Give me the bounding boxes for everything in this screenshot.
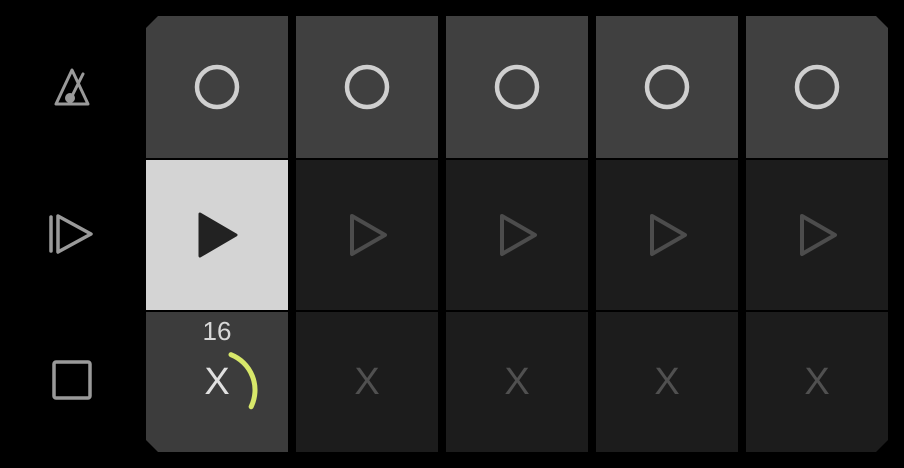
- record-button-track-3[interactable]: [446, 16, 588, 158]
- stop-icon: [52, 360, 92, 400]
- record-circle-icon: [192, 62, 242, 112]
- play-button-track-5[interactable]: [746, 160, 888, 310]
- play-button-track-1[interactable]: [146, 160, 288, 310]
- record-button-track-4[interactable]: [596, 16, 738, 158]
- record-circle-icon: [342, 62, 392, 112]
- clear-button-track-3[interactable]: X: [446, 312, 588, 452]
- play-all-button[interactable]: [36, 198, 108, 270]
- clear-button-track-4[interactable]: X: [596, 312, 738, 452]
- play-button-track-3[interactable]: [446, 160, 588, 310]
- play-outline-icon: [793, 211, 841, 259]
- metronome-button[interactable]: [36, 52, 108, 124]
- clear-label: X: [504, 361, 530, 403]
- clip-grid: 16 X X X X X: [146, 16, 888, 452]
- play-outline-icon: [493, 211, 541, 259]
- record-circle-icon: [492, 62, 542, 112]
- record-circle-icon: [792, 62, 842, 112]
- metronome-icon: [54, 68, 90, 106]
- play-button-track-2[interactable]: [296, 160, 438, 310]
- clear-label: X: [204, 361, 230, 403]
- loop-counter: 16: [202, 316, 232, 346]
- play-icon: [192, 210, 242, 260]
- clear-button-track-2[interactable]: X: [296, 312, 438, 452]
- record-button-track-5[interactable]: [746, 16, 888, 158]
- looper-app: 16 X X X X X: [0, 0, 904, 468]
- play-all-icon: [49, 214, 93, 254]
- play-outline-icon: [643, 211, 691, 259]
- clear-button-track-1[interactable]: 16 X: [146, 312, 288, 452]
- play-button-track-4[interactable]: [596, 160, 738, 310]
- clear-button-track-5[interactable]: X: [746, 312, 888, 452]
- stop-all-button[interactable]: [36, 344, 108, 416]
- clear-label: X: [654, 361, 680, 403]
- record-circle-icon: [642, 62, 692, 112]
- clear-label: X: [804, 361, 830, 403]
- record-button-track-2[interactable]: [296, 16, 438, 158]
- play-outline-icon: [343, 211, 391, 259]
- record-button-track-1[interactable]: [146, 16, 288, 158]
- clear-label: X: [354, 361, 380, 403]
